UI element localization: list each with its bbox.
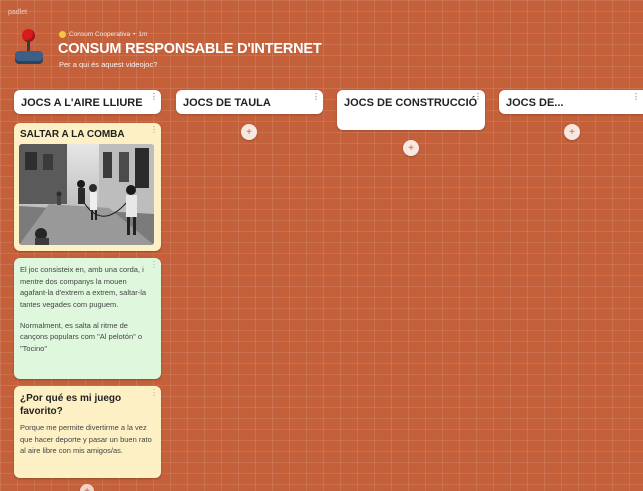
add-post-button[interactable]: + xyxy=(241,124,257,140)
column-menu-icon[interactable]: ⋮ xyxy=(150,93,158,101)
author-avatar xyxy=(59,31,66,38)
column-title: JOCS DE TAULA xyxy=(183,97,271,109)
children-jumping-rope-photo xyxy=(19,144,154,245)
add-post-button[interactable]: + xyxy=(403,140,419,156)
add-post-button[interactable]: + xyxy=(564,124,580,140)
post-title: SALTAR A LA COMBA xyxy=(20,129,125,140)
board-header: Consum Cooperativa • 1m CONSUM RESPONSAB… xyxy=(0,0,643,82)
post-time: 1m xyxy=(138,31,148,38)
post-body-paragraph: El joc consisteix en, amb una corda, i m… xyxy=(20,265,147,309)
post-menu-icon[interactable]: ⋮ xyxy=(150,126,158,134)
board-subtitle: Per a qui és aquest videojoc? xyxy=(59,60,158,69)
board-title: CONSUM RESPONSABLE D'INTERNET xyxy=(58,41,322,57)
post-body-paragraph: Normalment, es salta al ritme de cançons… xyxy=(20,320,143,353)
author-name[interactable]: Consum Cooperativa xyxy=(69,31,130,38)
add-post-button[interactable]: + xyxy=(80,484,94,491)
post-body: Porque me permite divertirme a la vez qu… xyxy=(20,423,152,456)
post-menu-icon[interactable]: ⋮ xyxy=(150,389,158,397)
post-card-favorite[interactable]: ⋮ ¿Por qué es mi juego favorito? Porque … xyxy=(14,386,161,478)
column-menu-icon[interactable]: ⋮ xyxy=(312,93,320,101)
post-photo[interactable] xyxy=(19,144,154,245)
column-menu-icon[interactable]: ⋮ xyxy=(474,93,482,101)
column-header-aire-lliure[interactable]: JOCS A L'AIRE LLIURE ⋮ xyxy=(14,90,161,114)
column-title: JOCS DE... xyxy=(506,97,564,109)
post-menu-icon[interactable]: ⋮ xyxy=(150,261,158,269)
column-header-taula[interactable]: JOCS DE TAULA ⋮ xyxy=(176,90,323,114)
meta-separator: • xyxy=(133,31,136,38)
column-header-jocs-de[interactable]: JOCS DE... ⋮ xyxy=(499,90,643,114)
column-menu-icon[interactable]: ⋮ xyxy=(632,93,640,101)
board-meta: Consum Cooperativa • 1m xyxy=(59,31,147,38)
column-title: JOCS DE CONSTRUCCIÓ xyxy=(344,97,478,109)
column-header-construccio[interactable]: JOCS DE CONSTRUCCIÓ ⋮ xyxy=(337,90,485,130)
post-card-comba[interactable]: SALTAR A LA COMBA ⋮ xyxy=(14,123,161,251)
post-title: ¿Por qué es mi juego favorito? xyxy=(20,393,122,417)
joystick-icon xyxy=(14,29,44,67)
column-title: JOCS A L'AIRE LLIURE xyxy=(21,97,143,109)
post-card-description[interactable]: ⋮ El joc consisteix en, amb una corda, i… xyxy=(14,258,161,379)
